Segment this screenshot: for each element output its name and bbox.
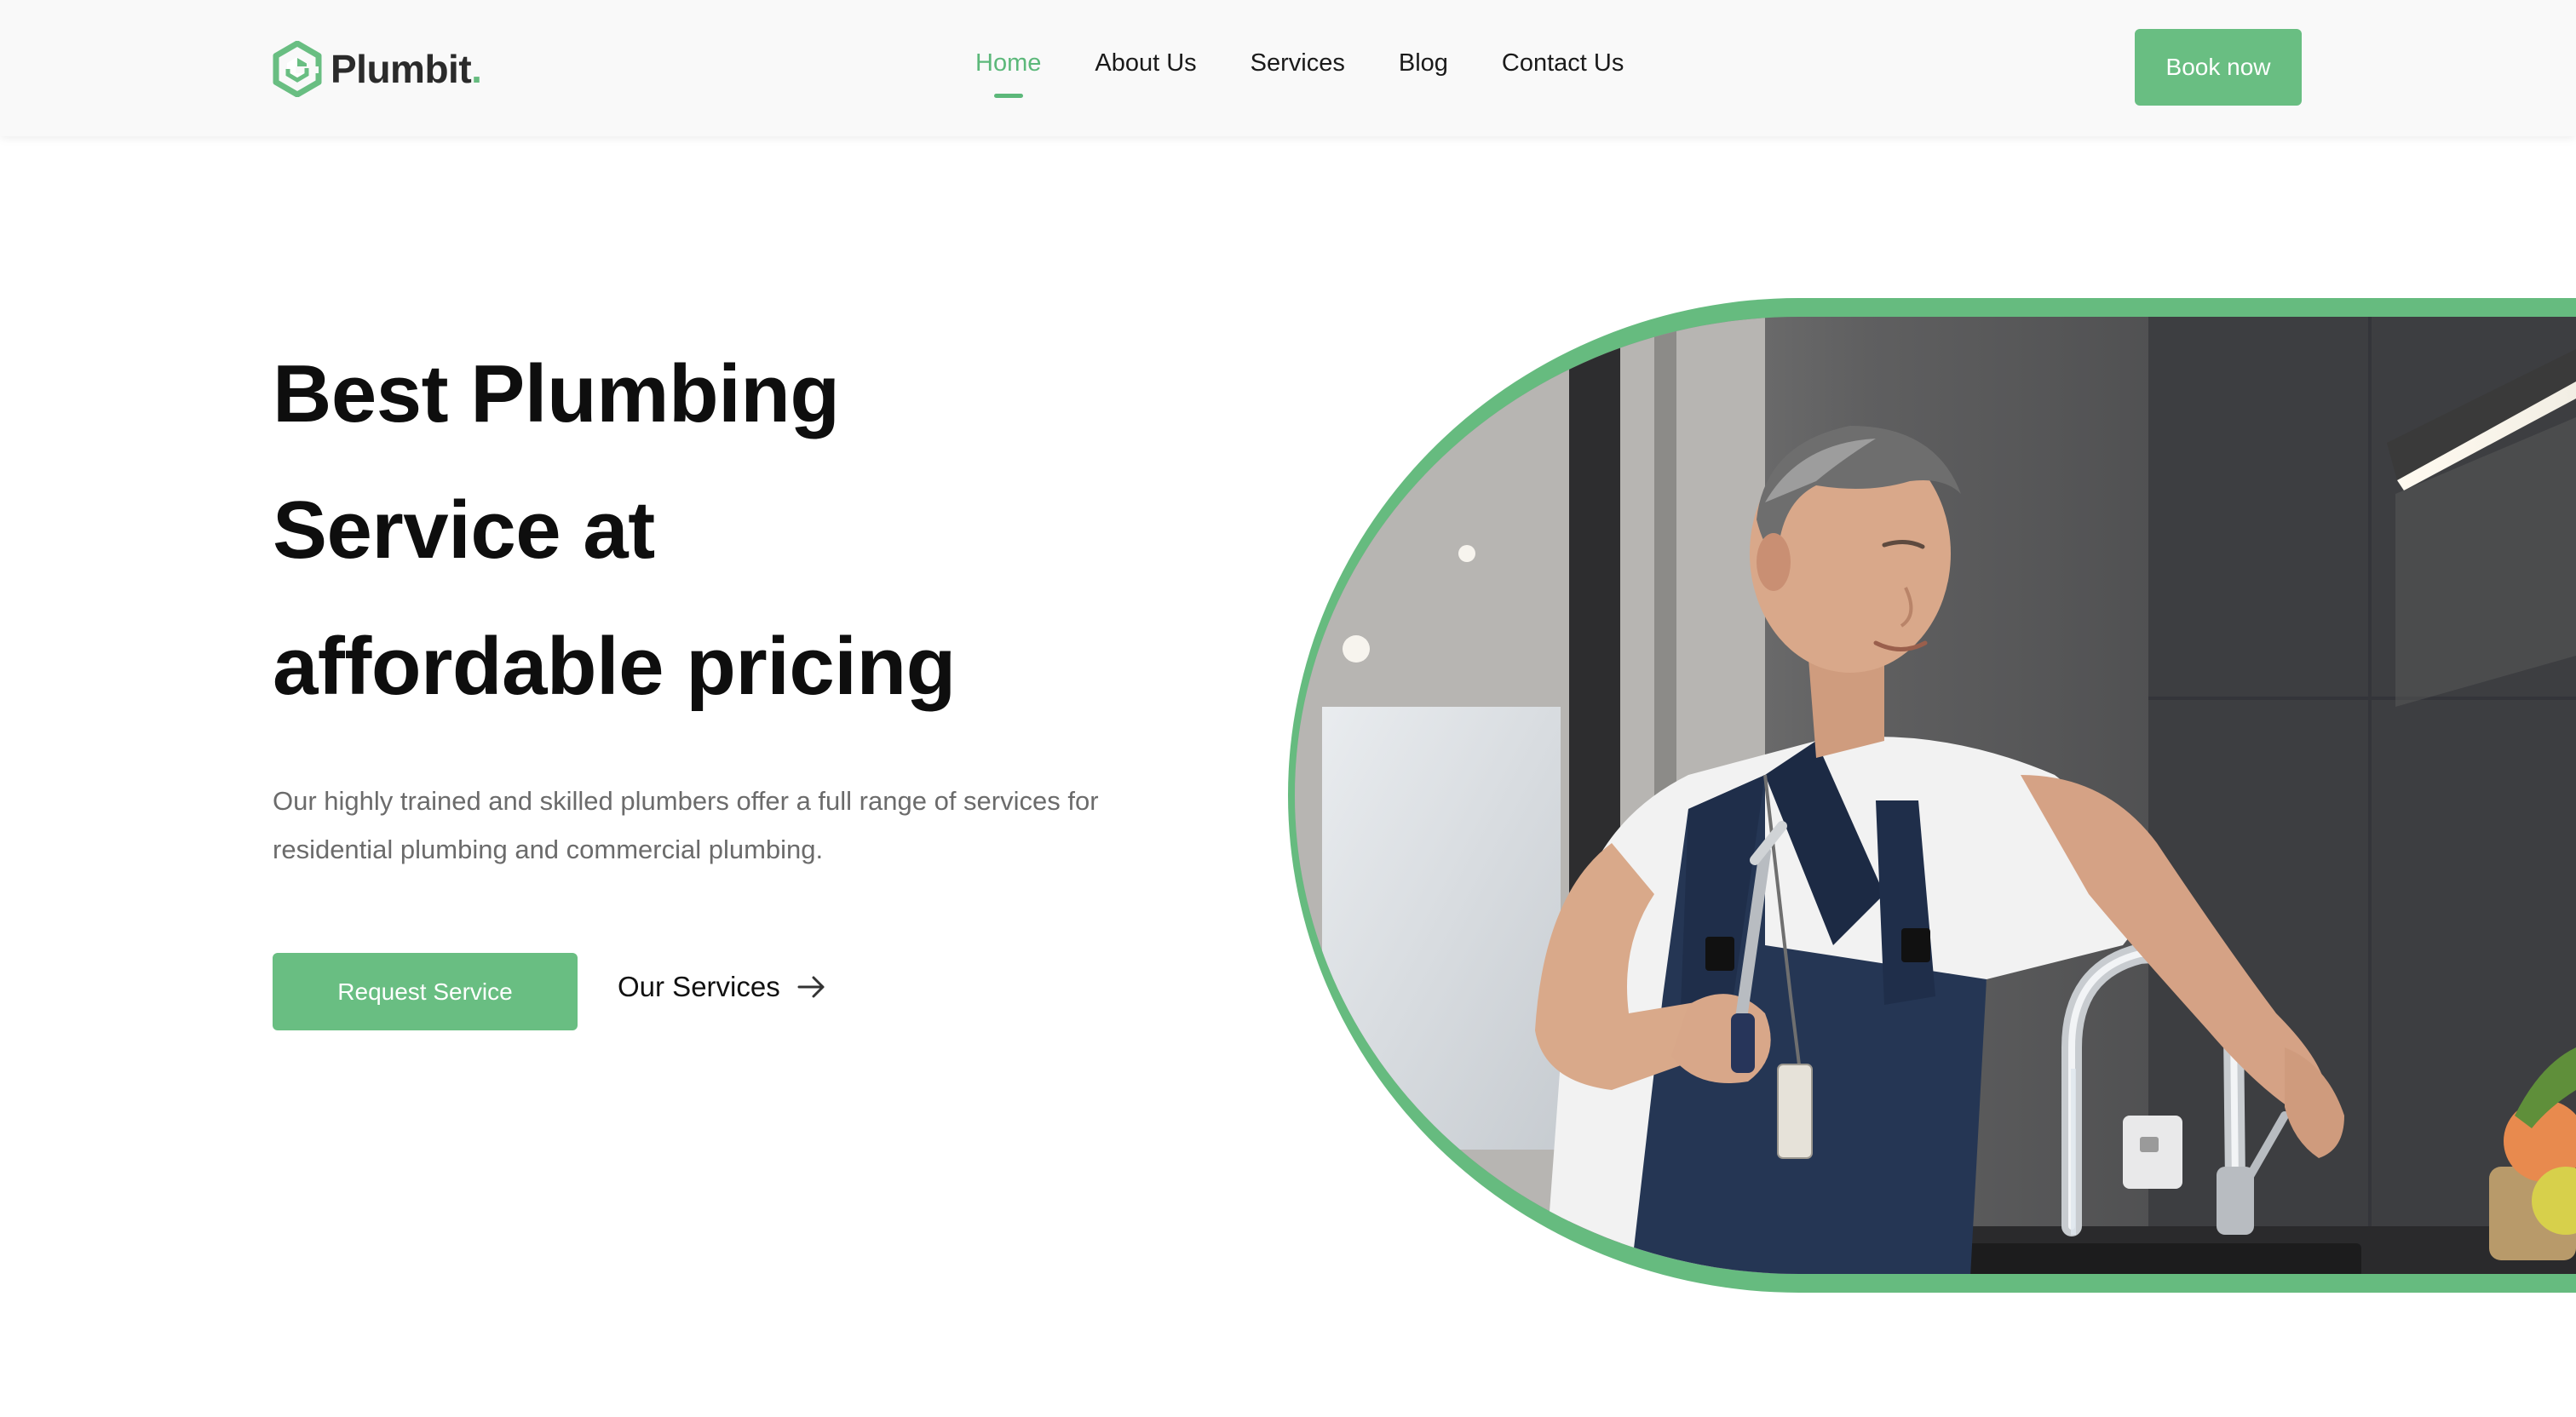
- nav-item-contact-us[interactable]: Contact Us: [1502, 49, 1624, 77]
- nav-item-services[interactable]: Services: [1251, 49, 1345, 77]
- book-now-button[interactable]: Book now: [2135, 29, 2302, 106]
- nav-item-label: Home: [975, 49, 1042, 77]
- our-services-link[interactable]: Our Services: [618, 971, 826, 1003]
- nav-item-blog[interactable]: Blog: [1399, 49, 1448, 77]
- nav-item-about-us[interactable]: About Us: [1095, 49, 1196, 77]
- hero-title-line: Service at: [273, 485, 655, 576]
- site-header: Plumbit . Home About Us Services Blog Co…: [0, 0, 2576, 136]
- hexagon-wrench-logo-icon: [273, 41, 322, 97]
- nav-item-label: Contact Us: [1501, 49, 1624, 77]
- hero-title-line: Best Plumbing: [273, 348, 840, 439]
- hero-description: Our highly trained and skilled plumbers …: [273, 786, 1099, 864]
- hero-image: [1288, 298, 2576, 1293]
- brand-dot: .: [471, 47, 482, 91]
- nav-item-label: Blog: [1398, 49, 1448, 77]
- brand-name: Plumbit: [331, 47, 472, 91]
- arrow-right-icon: [797, 976, 825, 998]
- nav-active-indicator: [993, 94, 1023, 98]
- nav-item-home[interactable]: Home: [975, 49, 1042, 98]
- nav-item-label: About Us: [1095, 49, 1197, 77]
- brand-logo[interactable]: Plumbit .: [273, 39, 482, 99]
- our-services-label: Our Services: [618, 971, 780, 1002]
- hero-title-line: affordable pricing: [273, 621, 956, 712]
- plumber-fixing-kitchen-faucet-photo: [1288, 298, 2576, 1293]
- nav-item-label: Services: [1250, 49, 1345, 77]
- hero-title: Best Plumbing Service at affordable pric…: [273, 326, 1124, 735]
- main-nav: Home About Us Services Blog Contact Us: [975, 49, 1624, 98]
- request-service-button[interactable]: Request Service: [273, 953, 578, 1030]
